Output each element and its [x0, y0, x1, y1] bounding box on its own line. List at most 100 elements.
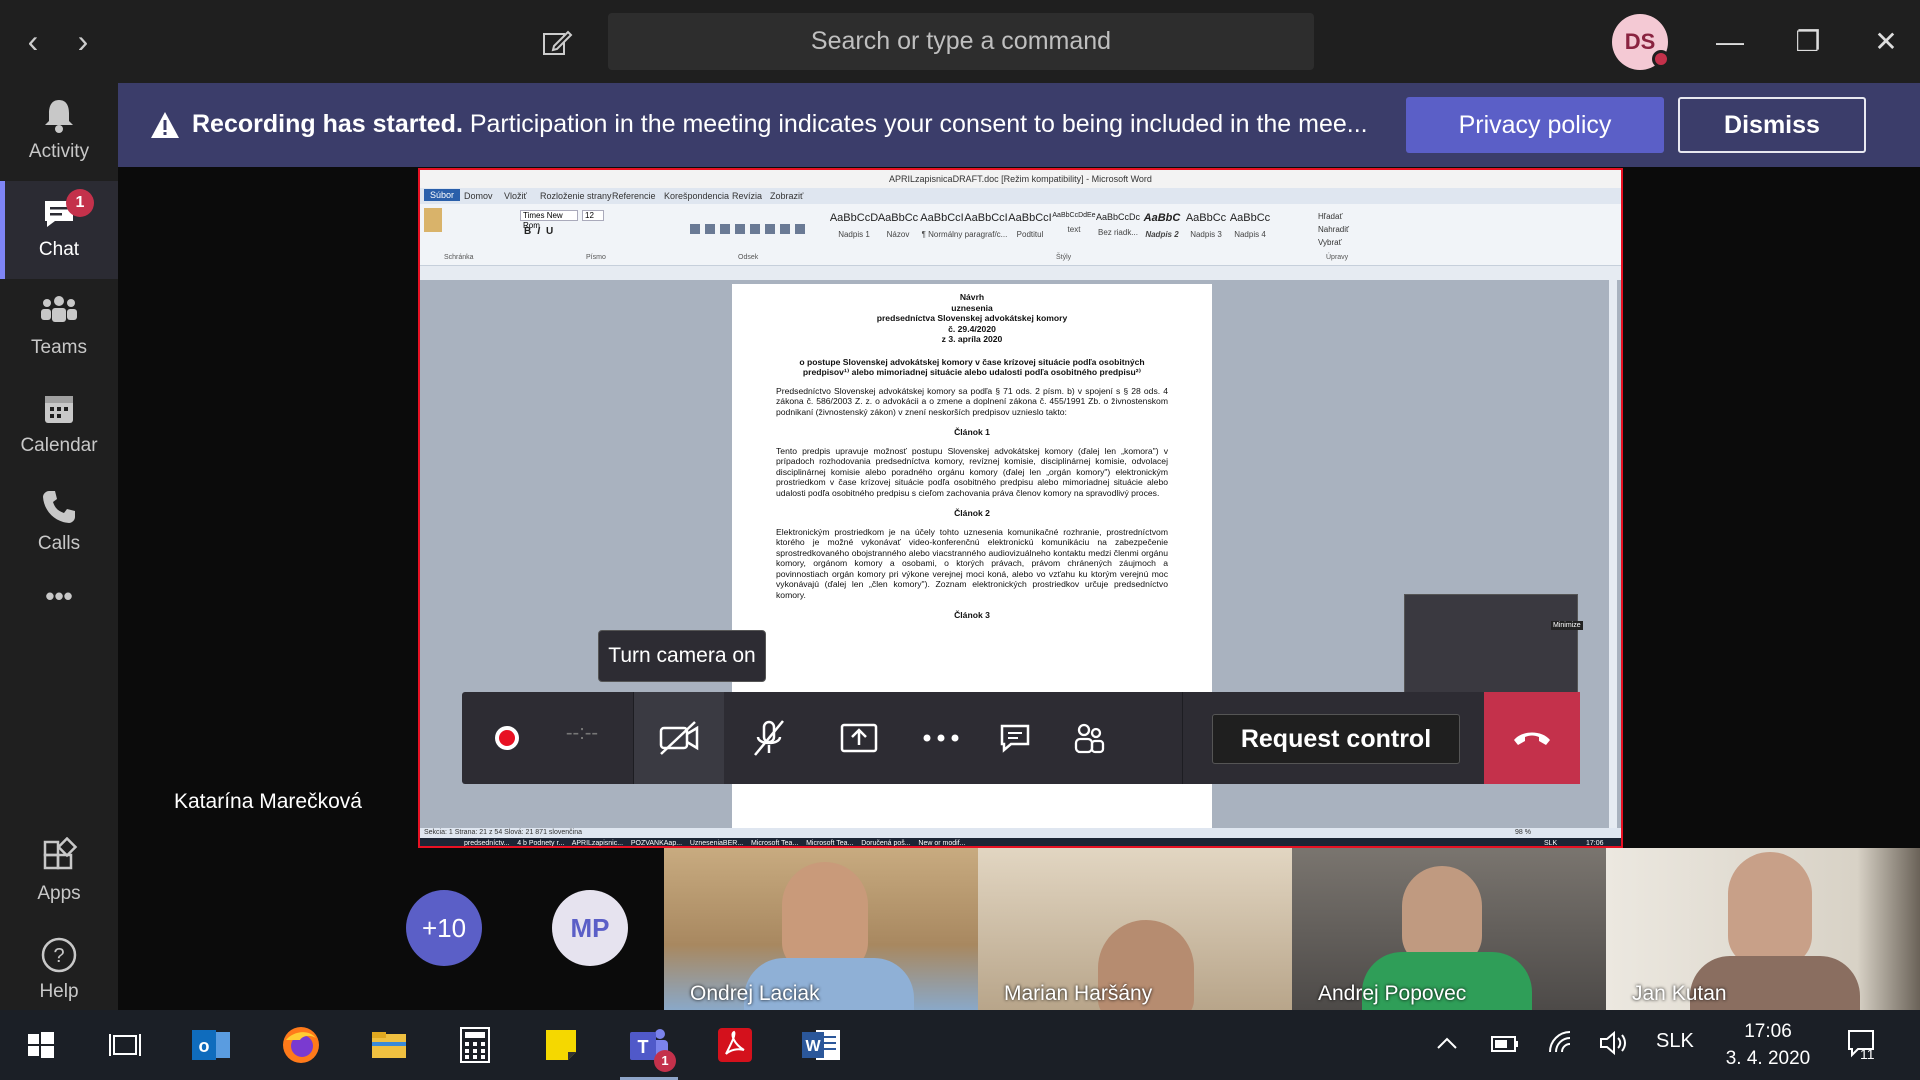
user-avatar[interactable]: DS	[1612, 14, 1670, 70]
chat-badge: 1	[66, 189, 94, 217]
meeting-timer: --:--	[565, 722, 599, 744]
compose-icon[interactable]	[540, 26, 574, 60]
word-tab[interactable]: Domov	[464, 191, 493, 201]
word-tab[interactable]: Korešpondencia	[664, 191, 729, 201]
style-sample: AaBbCcDdEe	[1052, 212, 1096, 219]
presenter-name: Katarína Marečková	[174, 790, 362, 813]
hang-up-button[interactable]	[1484, 692, 1580, 784]
word-title-bar: APRILzapisnicaDRAFT.doc [Režim kompatibi…	[420, 170, 1621, 188]
teams-taskbar-icon[interactable]: T 1	[620, 1022, 678, 1080]
word-tab[interactable]: Súbor	[424, 189, 461, 201]
remote-task: New or modif...	[918, 840, 966, 847]
rail-item-help[interactable]: ? Help	[0, 923, 118, 1021]
doc-paragraph: Predsedníctvo Slovenskej advokátskej kom…	[776, 385, 1168, 417]
group-label: Schránka	[444, 254, 474, 261]
rail-label-apps: Apps	[37, 883, 81, 904]
participant-strip: +10 MP Ondrej Laciak Marian Haršány Andr…	[118, 848, 1920, 1010]
volume-icon[interactable]	[1598, 1030, 1628, 1056]
rail-item-calendar[interactable]: Calendar	[0, 377, 118, 475]
remote-task: Microsoft Tea...	[750, 840, 799, 847]
task-view-icon[interactable]	[102, 1022, 148, 1068]
word-icon[interactable]: W	[798, 1022, 844, 1068]
participant-avatar-mp[interactable]: MP	[552, 890, 628, 966]
word-tab[interactable]: Revízia	[732, 191, 762, 201]
dismiss-button[interactable]: Dismiss	[1678, 97, 1866, 153]
rail-item-teams[interactable]: Teams	[0, 279, 118, 377]
doc-heading: č. 29.4/2020	[948, 323, 996, 334]
font-size-select[interactable]: 12	[582, 210, 604, 221]
rail-item-apps[interactable]: Apps	[0, 825, 118, 923]
help-icon: ?	[41, 937, 77, 973]
rail-item-chat[interactable]: 1 Chat	[0, 181, 118, 279]
share-screen-button[interactable]	[814, 692, 904, 784]
remote-language: SLK	[1544, 840, 1558, 847]
replace-button[interactable]: Nahradiť	[1318, 223, 1349, 236]
rail-item-calls[interactable]: Calls	[0, 475, 118, 573]
find-button[interactable]: Hľadať	[1318, 210, 1349, 223]
camera-toggle-button[interactable]	[634, 692, 724, 784]
chevron-up-icon[interactable]	[1436, 1034, 1458, 1054]
word-ribbon-tabs: Súbor Domov Vložiť Rozloženie strany Ref…	[420, 188, 1621, 204]
maximize-window-button[interactable]: ❐	[1788, 22, 1828, 62]
font-family-select[interactable]: Times New Rom	[520, 210, 578, 230]
back-icon[interactable]: ‹	[18, 24, 48, 58]
doc-article-heading: Článok 2	[954, 508, 990, 518]
select-button[interactable]: Vybrať	[1318, 236, 1349, 249]
notification-count: 11	[1860, 1046, 1875, 1062]
phone-icon	[43, 491, 75, 523]
banner-message: Recording has started. Participation in …	[192, 110, 1368, 139]
rail-label-help: Help	[39, 981, 79, 1002]
battery-icon[interactable]	[1490, 1034, 1520, 1054]
participant-video-tile[interactable]: Ondrej Laciak	[664, 848, 978, 1010]
participant-name: Andrej Popovec	[1318, 982, 1467, 1005]
windows-start-icon[interactable]	[18, 1022, 64, 1068]
rail-label-teams: Teams	[31, 337, 87, 358]
quick-access-toolbar	[420, 266, 1621, 280]
participants-button[interactable]	[1044, 692, 1134, 784]
file-explorer-icon[interactable]	[366, 1022, 412, 1068]
remote-task: APRILzapisnic...	[571, 840, 624, 847]
remote-task: Microsoft Tea...	[806, 840, 854, 847]
calculator-icon[interactable]	[452, 1022, 498, 1068]
doc-heading: z 3. apríla 2020	[941, 334, 1003, 344]
participant-name: Jan Kutan	[1632, 982, 1727, 1005]
text-format-buttons[interactable]: BIU	[524, 226, 559, 237]
style-sample: AaBbCc	[877, 212, 919, 224]
acrobat-icon[interactable]	[712, 1022, 758, 1068]
paragraph-buttons[interactable]	[690, 224, 810, 234]
sticky-notes-icon[interactable]	[538, 1022, 584, 1068]
mic-toggle-button[interactable]	[724, 692, 814, 784]
system-clock[interactable]: 17:06 3. 4. 2020	[1708, 1018, 1828, 1072]
rail-item-activity[interactable]: Activity	[0, 83, 118, 181]
search-input[interactable]: Search or type a command	[608, 13, 1314, 70]
style-sample: AaBbCcI	[964, 212, 1008, 224]
svg-text:o: o	[199, 1036, 210, 1056]
word-tab[interactable]: Vložiť	[504, 191, 527, 201]
participant-video-tile[interactable]: Marian Haršány	[978, 848, 1292, 1010]
rail-item-more[interactable]: •••	[0, 581, 118, 679]
overflow-participants-button[interactable]: +10	[406, 890, 482, 966]
word-tab[interactable]: Referencie	[612, 191, 656, 201]
word-tab[interactable]: Zobraziť	[770, 191, 803, 201]
word-tab[interactable]: Rozloženie strany	[540, 191, 612, 201]
language-indicator[interactable]: SLK	[1656, 1030, 1694, 1053]
participant-video-tile[interactable]: Jan Kutan	[1606, 848, 1920, 1010]
participant-video-tile[interactable]: Andrej Popovec	[1292, 848, 1606, 1010]
rail-label-calls: Calls	[37, 533, 81, 554]
doc-article-heading: Článok 3	[954, 610, 990, 620]
word-scrollbar[interactable]	[1609, 280, 1617, 828]
style-sample: AaBbCc	[1229, 212, 1271, 224]
firefox-icon[interactable]	[278, 1022, 324, 1068]
zoom-level[interactable]: 98 %	[1515, 828, 1531, 838]
outlook-icon[interactable]: o	[188, 1022, 234, 1068]
paste-icon[interactable]	[424, 208, 442, 232]
minimize-window-button[interactable]: —	[1710, 22, 1750, 62]
close-window-button[interactable]: ✕	[1866, 22, 1906, 62]
privacy-policy-button[interactable]: Privacy policy	[1406, 97, 1664, 153]
mic-off-icon	[754, 720, 784, 756]
style-nadpis4[interactable]: AaBbCc Nadpis 4	[1224, 212, 1276, 250]
forward-icon[interactable]: ›	[68, 24, 98, 58]
record-button[interactable]	[462, 692, 552, 784]
wifi-icon[interactable]	[1546, 1030, 1574, 1056]
request-control-button[interactable]: Request control	[1212, 714, 1460, 764]
